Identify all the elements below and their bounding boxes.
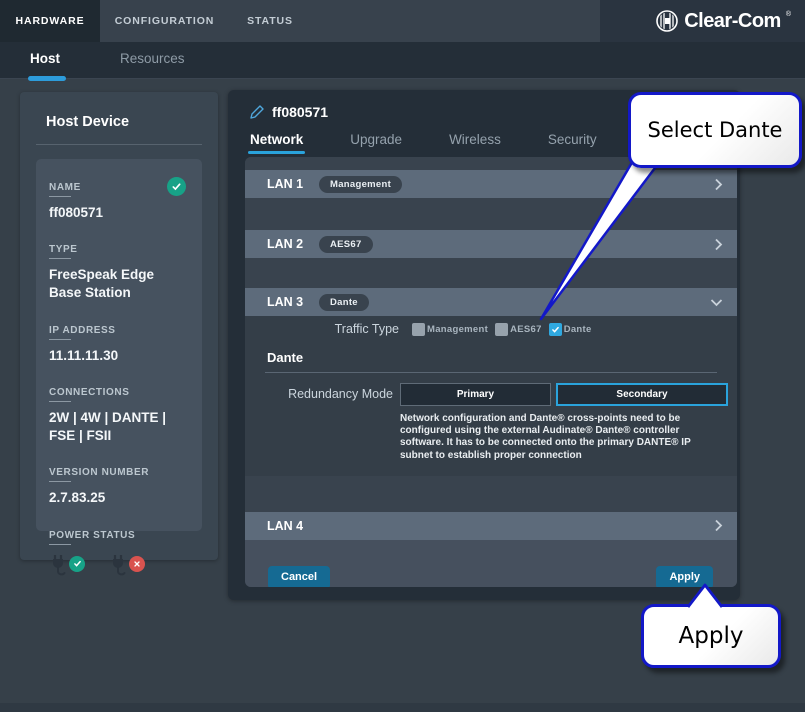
field-type-label: TYPE — [49, 244, 78, 262]
checkbox-dante[interactable]: Dante — [549, 323, 592, 336]
power-status-row — [49, 554, 188, 580]
device-id: ff080571 — [272, 104, 328, 120]
redundancy-mode-buttons: Primary Secondary — [400, 383, 728, 406]
checkbox-management[interactable]: Management — [412, 323, 488, 336]
tab-configuration[interactable]: CONFIGURATION — [112, 0, 217, 42]
field-power-status: POWER STATUS — [49, 525, 188, 580]
lan1-badge: Management — [319, 176, 402, 193]
tab-host[interactable]: Host — [30, 51, 60, 66]
lan1-label: LAN 1 — [267, 177, 319, 191]
clearcom-logo: Clear-Com ® — [655, 8, 791, 34]
power-supply-2 — [109, 554, 143, 580]
select-dante-callout: Select Dante — [628, 92, 802, 168]
tab-wireless[interactable]: Wireless — [449, 132, 501, 154]
dante-info-text: Network configuration and Dante® cross-p… — [400, 413, 712, 476]
power-1-ok-icon — [69, 556, 85, 572]
registered-mark: ® — [786, 11, 791, 18]
lan3-label: LAN 3 — [267, 295, 319, 309]
active-tab-underline — [28, 76, 66, 81]
tab-security[interactable]: Security — [548, 132, 597, 154]
power-2-fail-icon — [129, 556, 145, 572]
name-ok-icon — [167, 177, 186, 196]
lan4-label: LAN 4 — [267, 519, 319, 533]
host-device-panel: Host Device NAME ff080571 TYPE FreeSpeak… — [20, 92, 218, 560]
field-version-value: 2.7.83.25 — [49, 489, 188, 507]
page: HARDWARE CONFIGURATION STATUS Clear-Com … — [0, 0, 805, 712]
field-connections: CONNECTIONS 2W | 4W | DANTE | FSE | FSII — [49, 382, 188, 445]
field-type-value: FreeSpeak Edge Base Station — [49, 266, 179, 302]
tab-resources[interactable]: Resources — [120, 51, 185, 66]
tab-hardware[interactable]: HARDWARE — [0, 0, 100, 42]
lan2-label: LAN 2 — [267, 237, 319, 251]
traffic-type-options: Management AES67 Dante — [412, 323, 592, 336]
field-name-value: ff080571 — [49, 204, 188, 222]
field-ip-label: IP ADDRESS — [49, 325, 116, 343]
select-dante-callout-text: Select Dante — [648, 118, 783, 142]
host-device-title: Host Device — [20, 92, 218, 144]
cancel-button[interactable]: Cancel — [268, 566, 330, 587]
traffic-type-label: Traffic Type — [333, 322, 399, 336]
tab-status[interactable]: STATUS — [240, 0, 300, 42]
lan-accordion: LAN 1 Management LAN 2 AES67 — [245, 157, 737, 540]
dante-section-heading: Dante — [267, 350, 737, 365]
lan3-row[interactable]: LAN 3 Dante — [245, 288, 737, 316]
network-settings-container: LAN 1 Management LAN 2 AES67 — [245, 157, 737, 587]
checkbox-management-label: Management — [427, 324, 488, 335]
field-name: NAME ff080571 — [49, 177, 188, 222]
checkbox-management-box[interactable] — [412, 323, 425, 336]
chevron-right-icon[interactable] — [714, 238, 723, 251]
field-version-label: VERSION NUMBER — [49, 467, 149, 485]
field-ip-address: IP ADDRESS 11.11.11.30 — [49, 320, 188, 365]
clearcom-logo-text: Clear-Com — [684, 10, 781, 33]
lan3-expanded-content: Traffic Type Management AES67 — [245, 316, 737, 476]
field-name-label: NAME — [49, 182, 81, 200]
field-connections-label: CONNECTIONS — [49, 387, 130, 405]
redundancy-mode-label: Redundancy Mode — [245, 383, 393, 401]
sidebar-divider — [36, 144, 202, 145]
checkbox-dante-box[interactable] — [549, 323, 562, 336]
checkbox-aes67-box[interactable] — [495, 323, 508, 336]
chevron-right-icon[interactable] — [714, 519, 723, 532]
sub-nav-bar: Host Resources — [0, 42, 805, 79]
apply-button[interactable]: Apply — [656, 566, 713, 587]
plug-icon — [49, 554, 69, 578]
field-connections-value: 2W | 4W | DANTE | FSE | FSII — [49, 409, 189, 445]
checkbox-aes67[interactable]: AES67 — [495, 323, 542, 336]
traffic-type-row: Traffic Type Management AES67 — [333, 322, 737, 336]
lan2-row[interactable]: LAN 2 AES67 — [245, 230, 737, 258]
apply-callout: Apply — [641, 604, 781, 668]
edit-pencil-icon[interactable] — [250, 105, 264, 119]
chevron-down-icon[interactable] — [710, 298, 723, 307]
dante-divider — [265, 372, 717, 373]
field-version: VERSION NUMBER 2.7.83.25 — [49, 462, 188, 507]
clearcom-logo-icon — [655, 9, 679, 33]
checkbox-dante-label: Dante — [564, 324, 592, 335]
tab-upgrade[interactable]: Upgrade — [350, 132, 402, 154]
lan2-badge: AES67 — [319, 236, 373, 253]
power-supply-1 — [49, 554, 83, 580]
lan4-row[interactable]: LAN 4 — [245, 512, 737, 540]
lan3-badge: Dante — [319, 294, 369, 311]
redundancy-mode-row: Redundancy Mode Primary Secondary — [245, 383, 737, 406]
bottom-strip — [0, 703, 805, 712]
top-nav-bar: HARDWARE CONFIGURATION STATUS Clear-Com … — [0, 0, 805, 42]
field-power-label: POWER STATUS — [49, 530, 135, 548]
tab-network[interactable]: Network — [250, 132, 303, 154]
field-type: TYPE FreeSpeak Edge Base Station — [49, 239, 188, 302]
chevron-right-icon[interactable] — [714, 178, 723, 191]
secondary-mode-button[interactable]: Secondary — [556, 383, 728, 406]
form-actions: Cancel Apply — [245, 540, 737, 587]
primary-mode-button[interactable]: Primary — [400, 383, 551, 406]
host-device-card: NAME ff080571 TYPE FreeSpeak Edge Base S… — [36, 159, 202, 531]
field-ip-value: 11.11.11.30 — [49, 347, 188, 365]
apply-callout-text: Apply — [679, 623, 744, 649]
checkbox-aes67-label: AES67 — [510, 324, 542, 335]
lan1-row[interactable]: LAN 1 Management — [245, 170, 737, 198]
plug-icon — [109, 554, 129, 578]
